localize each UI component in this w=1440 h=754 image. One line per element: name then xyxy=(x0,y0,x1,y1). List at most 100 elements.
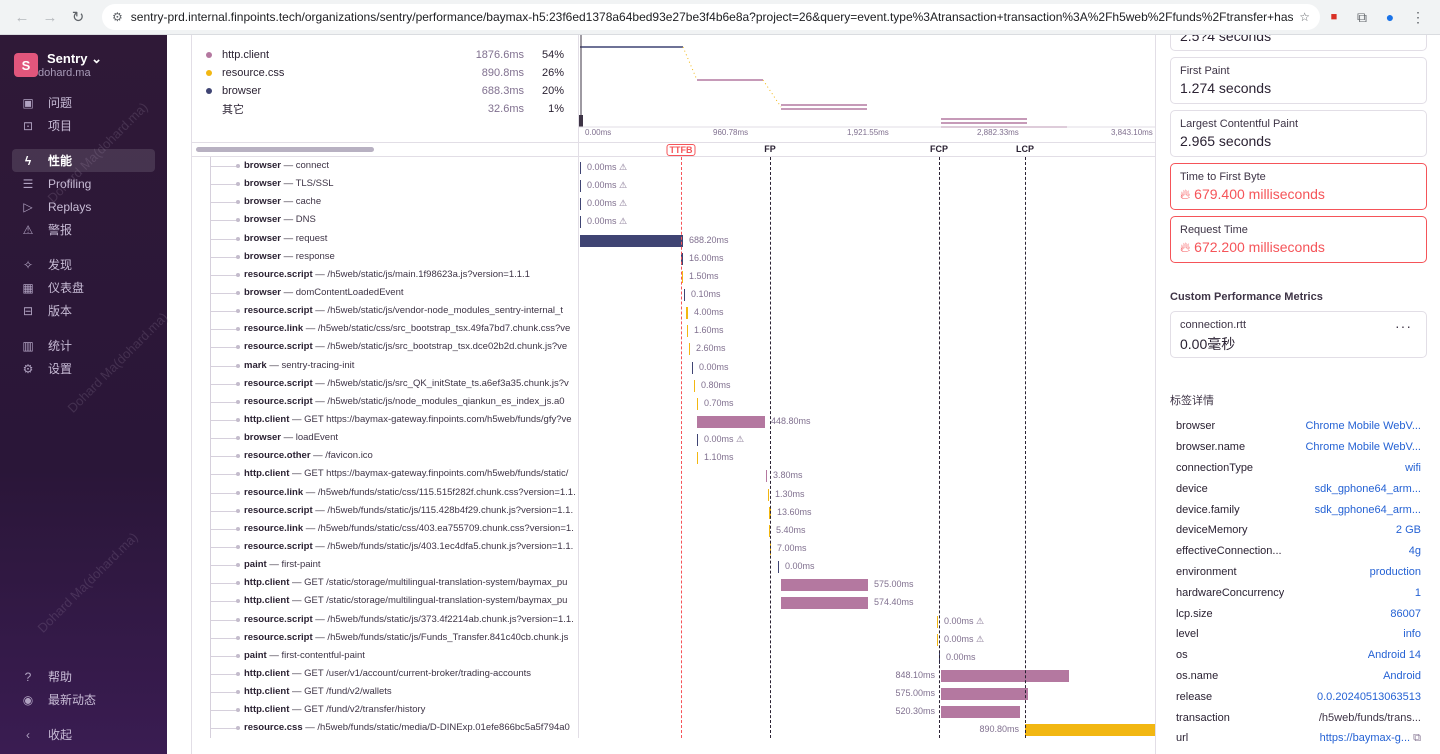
vital-card[interactable]: Largest Contentful Paint 2.965 seconds xyxy=(1170,110,1427,157)
vital-marker-fp[interactable]: FP xyxy=(764,144,776,154)
tag-value[interactable]: sdk_gphone64_arm... xyxy=(1315,483,1421,495)
span-duration: 0.00ms xyxy=(785,561,815,572)
span-row[interactable]: paint — first-paint 0.00ms xyxy=(192,556,1155,575)
tag-value[interactable]: 2 GB xyxy=(1396,524,1421,536)
span-row[interactable]: browser — domContentLoadedEvent 0.10ms xyxy=(192,283,1155,303)
span-row[interactable]: resource.script — /h5web/static/js/node_… xyxy=(192,392,1155,411)
span-row[interactable]: resource.link — /h5web/funds/static/css/… xyxy=(192,519,1155,538)
span-row[interactable]: browser — TLS/SSL 0.00ms ⚠ xyxy=(192,175,1155,194)
vital-marker-ttfb[interactable]: TTFB xyxy=(666,144,696,156)
profile-icon[interactable]: ● xyxy=(1376,9,1404,25)
sidebar-item-alerts[interactable]: ⚠ 警报 xyxy=(12,218,155,241)
minimap[interactable]: 0.00ms 960.78ms 1,921.55ms 2,882.33ms 3,843.… xyxy=(578,35,1155,142)
span-bar-area: 1.50ms xyxy=(578,265,1155,284)
op-row[interactable]: http.client 1876.6ms 54% xyxy=(206,46,564,64)
span-bar xyxy=(778,561,779,574)
span-row[interactable]: resource.script — /h5web/static/js/src_Q… xyxy=(192,374,1155,393)
address-bar[interactable]: ⚙ sentry-prd.internal.finpoints.tech/org… xyxy=(102,4,1320,30)
sidebar-item-projects[interactable]: ⊡ 项目 xyxy=(12,114,155,137)
sidebar-item-dashboards[interactable]: ▦ 仪表盘 xyxy=(12,276,155,299)
sidebar-item-discover[interactable]: ✧ 发现 xyxy=(12,253,155,276)
tag-value[interactable]: Chrome Mobile WebV... xyxy=(1305,420,1421,432)
sidebar-item-whats-new[interactable]: ◉ 最新动态 xyxy=(12,688,155,711)
span-row[interactable]: paint — first-contentful-paint 0.00ms xyxy=(192,646,1155,665)
span-duration: 0.80ms xyxy=(701,379,731,390)
sidebar-item-help[interactable]: ? 帮助 xyxy=(12,665,155,688)
fire-icon: 🔥︎ xyxy=(1180,239,1191,255)
tag-value[interactable]: Android xyxy=(1383,670,1421,682)
tag-value[interactable]: sdk_gphone64_arm... xyxy=(1315,504,1421,516)
span-desc: — first-contentful-paint xyxy=(266,649,365,661)
vital-marker-lcp[interactable]: LCP xyxy=(1016,144,1034,154)
forward-icon[interactable]: → xyxy=(36,9,64,26)
reload-icon[interactable]: ↻ xyxy=(64,8,92,26)
span-bar-area: 575.00ms xyxy=(578,683,1155,702)
vital-card[interactable]: Time to First Byte 🔥︎ 679.400 millisecond… xyxy=(1170,163,1427,210)
vital-card[interactable]: First Paint 1.274 seconds xyxy=(1170,57,1427,104)
bookmark-star-icon[interactable]: ☆ xyxy=(1299,10,1310,24)
span-row[interactable]: resource.script — /h5web/static/js/main.… xyxy=(192,265,1155,284)
span-row[interactable]: browser — request 688.20ms xyxy=(192,229,1155,248)
sidebar-item-performance[interactable]: ϟ 性能 xyxy=(12,149,155,172)
sidebar-item-replays[interactable]: ▷ Replays xyxy=(12,195,155,218)
sidebar-item-profiling[interactable]: ☰ Profiling xyxy=(12,172,155,195)
vital-card[interactable]: Request Time 🔥︎ 672.200 milliseconds xyxy=(1170,216,1427,263)
op-row[interactable]: 其它 32.6ms 1% xyxy=(206,100,564,118)
sidebar-item-releases[interactable]: ⊟ 版本 xyxy=(12,299,155,322)
sidebar-collapse[interactable]: ‹ 收起 xyxy=(12,723,155,746)
span-row[interactable]: resource.css — /h5web/funds/static/media… xyxy=(192,719,1155,738)
back-icon[interactable]: ← xyxy=(8,9,36,26)
tag-value[interactable]: wifi xyxy=(1405,462,1421,474)
span-row[interactable]: resource.script — /h5web/static/js/src_b… xyxy=(192,338,1155,357)
vital-marker-fcp[interactable]: FCP xyxy=(930,144,948,154)
span-row[interactable]: resource.script — /h5web/funds/static/js… xyxy=(192,610,1155,629)
tag-value[interactable]: https://baymax-g... ⧉ xyxy=(1320,732,1421,745)
op-row[interactable]: resource.css 890.8ms 26% xyxy=(206,64,564,82)
sidebar-item-settings[interactable]: ⚙ 设置 xyxy=(12,357,155,380)
vital-line xyxy=(770,157,771,738)
span-row[interactable]: browser — DNS 0.00ms ⚠ xyxy=(192,211,1155,230)
sidebar-item-stats[interactable]: ▥ 统计 xyxy=(12,334,155,357)
extensions-puzzle-icon[interactable]: ⧉ xyxy=(1348,9,1376,26)
vital-card[interactable]: 2.5?4 seconds xyxy=(1170,35,1427,51)
span-row[interactable]: resource.script — /h5web/funds/static/js… xyxy=(192,501,1155,520)
tag-value[interactable]: 4g xyxy=(1409,545,1421,557)
tag-value[interactable]: Android 14 xyxy=(1368,649,1421,661)
span-row[interactable]: resource.script — /h5web/static/js/vendo… xyxy=(192,302,1155,321)
op-row[interactable]: browser 688.3ms 20% xyxy=(206,82,564,100)
horizontal-scrollbar[interactable] xyxy=(196,147,374,152)
sidebar-item-issues[interactable]: ▣ 问题 xyxy=(12,91,155,114)
span-op: resource.script xyxy=(244,305,313,317)
span-bar xyxy=(580,216,581,229)
span-row[interactable]: http.client — GET /user/v1/account/curre… xyxy=(192,664,1155,684)
span-row[interactable]: resource.script — /h5web/funds/static/js… xyxy=(192,628,1155,647)
tag-value[interactable]: 0.0.20240513063513 xyxy=(1317,691,1421,703)
span-row[interactable]: http.client — GET /static/storage/multil… xyxy=(192,592,1155,611)
menu-kebab-icon[interactable]: ⋮ xyxy=(1404,9,1432,26)
tag-value[interactable]: production xyxy=(1370,566,1421,578)
span-row[interactable]: http.client — GET /fund/v2/wallets 575.0… xyxy=(192,683,1155,702)
tag-value[interactable]: Chrome Mobile WebV... xyxy=(1305,441,1421,453)
span-row[interactable]: resource.other — /favicon.ico 1.10ms xyxy=(192,447,1155,466)
tag-value[interactable]: /h5web/funds/trans... xyxy=(1319,712,1421,724)
span-row[interactable]: http.client — GET /fund/v2/transfer/hist… xyxy=(192,701,1155,720)
span-row[interactable]: browser — connect 0.00ms ⚠ xyxy=(192,157,1155,176)
extension-icon[interactable]: ■ xyxy=(1320,11,1348,23)
span-row[interactable]: http.client — GET https://baymax-gateway… xyxy=(192,410,1155,430)
tag-value[interactable]: info xyxy=(1403,628,1421,640)
more-options-icon[interactable]: ··· xyxy=(1395,318,1412,334)
span-row[interactable]: http.client — GET https://baymax-gateway… xyxy=(192,465,1155,484)
span-row[interactable]: http.client — GET /static/storage/multil… xyxy=(192,574,1155,593)
span-row[interactable]: browser — cache 0.00ms ⚠ xyxy=(192,193,1155,212)
span-row[interactable]: browser — loadEvent 0.00ms ⚠ xyxy=(192,429,1155,448)
span-row[interactable]: browser — response 16.00ms xyxy=(192,247,1155,266)
span-row[interactable]: resource.script — /h5web/funds/static/js… xyxy=(192,537,1155,557)
span-row[interactable]: mark — sentry-tracing-init 0.00ms xyxy=(192,356,1155,375)
span-row[interactable]: resource.link — /h5web/static/css/src_bo… xyxy=(192,320,1155,339)
tag-value[interactable]: 86007 xyxy=(1390,608,1421,620)
span-row[interactable]: resource.link — /h5web/funds/static/css/… xyxy=(192,483,1155,502)
org-switcher[interactable]: S Sentry ⌄ dohard.ma xyxy=(0,35,167,91)
tag-value[interactable]: 1 xyxy=(1415,587,1421,599)
site-info-icon[interactable]: ⚙ xyxy=(112,10,123,24)
external-link-icon[interactable]: ⧉ xyxy=(1413,732,1421,744)
